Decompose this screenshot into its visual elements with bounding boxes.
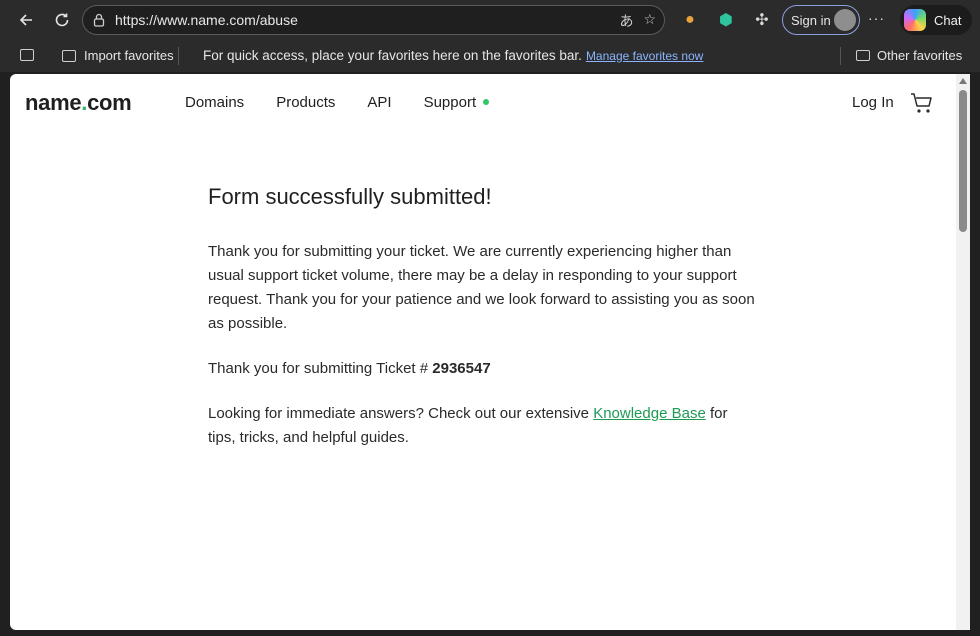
main-nav: Domains Products API Support: [185, 94, 490, 111]
extensions-puzzle-icon[interactable]: ✣: [744, 6, 780, 34]
web-page: name.com Domains Products API Support Lo…: [10, 74, 956, 630]
reading-mode-icon[interactable]: [20, 49, 34, 61]
confirmation-message: Thank you for submitting your ticket. We…: [208, 243, 755, 332]
url-text: https://www.name.com/abuse: [115, 12, 298, 28]
folder-icon: [856, 50, 870, 61]
refresh-button[interactable]: [46, 4, 78, 36]
back-button[interactable]: [10, 4, 42, 36]
nav-products[interactable]: Products: [276, 94, 335, 111]
sign-in-label: Sign in: [791, 12, 831, 28]
star-icon[interactable]: ☆: [643, 11, 656, 31]
other-favorites-label: Other favorites: [877, 48, 963, 63]
manage-favorites-link[interactable]: Manage favorites now: [586, 49, 703, 63]
ticket-line: Thank you for submitting Ticket # 293654…: [208, 360, 491, 377]
submission-confirmation: Form successfully submitted! Thank you f…: [208, 184, 768, 471]
browser-toolbar: https://www.name.com/abuse あ ☆ ● ⬢ ✣ Sig…: [0, 0, 980, 40]
page-title: Form successfully submitted!: [208, 184, 492, 209]
address-bar[interactable]: https://www.name.com/abuse あ ☆: [82, 5, 665, 35]
site-logo[interactable]: name.com: [25, 90, 132, 116]
back-arrow-icon: [19, 14, 32, 26]
other-favorites-button[interactable]: Other favorites: [856, 48, 962, 63]
sign-in-button[interactable]: Sign in: [782, 5, 860, 35]
site-header: name.com Domains Products API Support Lo…: [10, 74, 956, 132]
cart-icon[interactable]: [910, 91, 934, 115]
favorites-prompt-text: For quick access, place your favorites h…: [203, 48, 582, 63]
knowledge-base-link[interactable]: Knowledge Base: [593, 405, 706, 422]
translate-icon[interactable]: あ: [619, 11, 633, 31]
copilot-icon: [904, 9, 926, 31]
lock-icon: [93, 13, 105, 27]
knowledge-base-line: Looking for immediate answers? Check out…: [208, 405, 728, 446]
import-icon: [62, 49, 76, 62]
chat-label: Chat: [934, 12, 962, 28]
favorites-bar: Import favorites For quick access, place…: [0, 40, 980, 72]
import-favorites-button[interactable]: Import favorites: [62, 48, 174, 63]
import-favorites-label: Import favorites: [84, 48, 174, 63]
nav-support[interactable]: Support: [424, 94, 490, 111]
shield-extension-icon[interactable]: ⬢: [708, 6, 744, 34]
nav-api[interactable]: API: [367, 94, 391, 111]
ticket-number: 2936547: [432, 360, 491, 377]
refresh-icon: [55, 13, 69, 27]
more-menu-icon[interactable]: ···: [868, 10, 885, 26]
scrollbar-thumb[interactable]: [959, 90, 967, 232]
avatar-icon: [834, 9, 856, 31]
profile-extension-icon[interactable]: ●: [672, 6, 708, 34]
scroll-up-arrow-icon[interactable]: [959, 78, 967, 84]
copilot-chat-button[interactable]: Chat: [900, 5, 972, 35]
nav-domains[interactable]: Domains: [185, 94, 244, 111]
window-edge: [970, 74, 980, 636]
support-status-dot: [483, 99, 490, 106]
login-link[interactable]: Log In: [852, 94, 894, 111]
